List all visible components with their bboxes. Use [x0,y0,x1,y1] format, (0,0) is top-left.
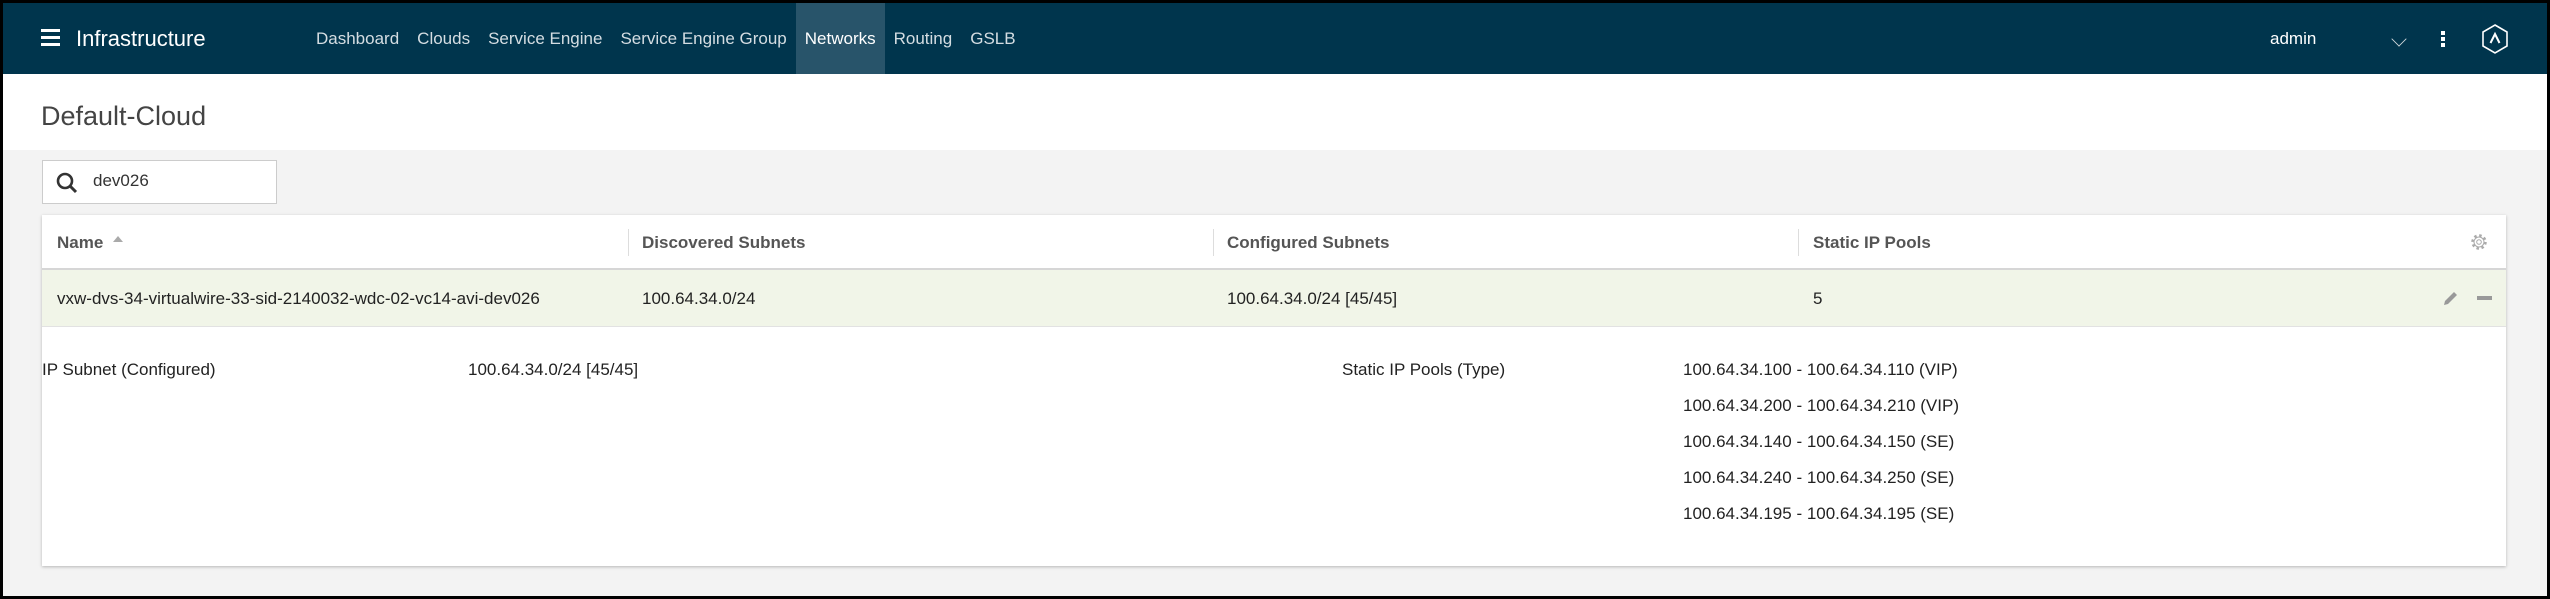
sort-ascending-icon [113,236,124,242]
table-header: Name Discovered Subnets Configured Subne… [42,215,2506,270]
column-divider[interactable] [628,229,629,256]
ip-subnet-label: IP Subnet (Configured) [42,360,216,379]
tab-clouds[interactable]: Clouds [408,3,479,74]
column-header-discovered-subnets[interactable]: Discovered Subnets [642,215,805,270]
static-ip-pools-label: Static IP Pools (Type) [1342,360,1506,379]
tab-networks[interactable]: Networks [795,3,885,74]
tab-service-engine[interactable]: Service Engine [479,3,611,74]
search-input[interactable] [93,171,263,191]
static-ip-pool-item: 100.64.34.240 - 100.64.34.250 (SE) [1683,468,1955,487]
table-row[interactable]: vxw-dvs-34-virtualwire-33-sid-2140032-wd… [42,270,2506,327]
tab-dashboard[interactable]: Dashboard [307,3,408,74]
search-box[interactable] [42,160,277,204]
column-header-configured-subnets[interactable]: Configured Subnets [1227,215,1389,270]
tab-service-engine-group[interactable]: Service Engine Group [611,3,795,74]
cell-static-ip-pools: 5 [1813,289,1823,308]
avi-logo-icon[interactable] [2481,24,2509,54]
static-ip-pool-item: 100.64.34.140 - 100.64.34.150 (SE) [1683,432,1955,451]
page-title: Default-Cloud [41,101,207,131]
static-ip-pool-item: 100.64.34.200 - 100.64.34.210 (VIP) [1683,396,1959,415]
more-options-icon[interactable] [2441,31,2445,49]
column-header-name[interactable]: Name [57,215,124,270]
chevron-down-icon[interactable] [2391,31,2407,47]
networks-table: Name Discovered Subnets Configured Subne… [42,215,2506,566]
tab-gslb[interactable]: GSLB [961,3,1024,74]
top-nav-bar: Infrastructure Dashboard Clouds Service … [3,3,2547,74]
collapse-row-icon[interactable] [2477,296,2492,300]
cell-configured-subnets: 100.64.34.0/24 [45/45] [1227,289,1398,308]
gear-icon[interactable] [2469,232,2489,252]
hamburger-menu-icon[interactable] [41,29,60,46]
column-divider[interactable] [1213,229,1214,256]
app-title: Infrastructure [76,26,206,51]
nav-tabs: Dashboard Clouds Service Engine Service … [307,3,1025,74]
cell-name: vxw-dvs-34-virtualwire-33-sid-2140032-wd… [57,289,540,308]
static-ip-pool-item: 100.64.34.195 - 100.64.34.195 (SE) [1683,504,1955,523]
column-header-static-ip-pools[interactable]: Static IP Pools [1813,215,1931,270]
column-label: Name [57,233,104,252]
column-divider[interactable] [1798,229,1799,256]
user-name[interactable]: admin [2270,29,2316,49]
search-icon [56,172,78,194]
tab-routing[interactable]: Routing [885,3,962,74]
cell-discovered-subnets: 100.64.34.0/24 [642,289,756,308]
app-window: Infrastructure Dashboard Clouds Service … [3,3,2547,596]
ip-subnet-value: 100.64.34.0/24 [45/45] [468,360,639,379]
page-header: Default-Cloud [3,74,2547,150]
static-ip-pool-item: 100.64.34.100 - 100.64.34.110 (VIP) [1683,360,1958,379]
edit-pencil-icon[interactable] [2441,290,2459,308]
